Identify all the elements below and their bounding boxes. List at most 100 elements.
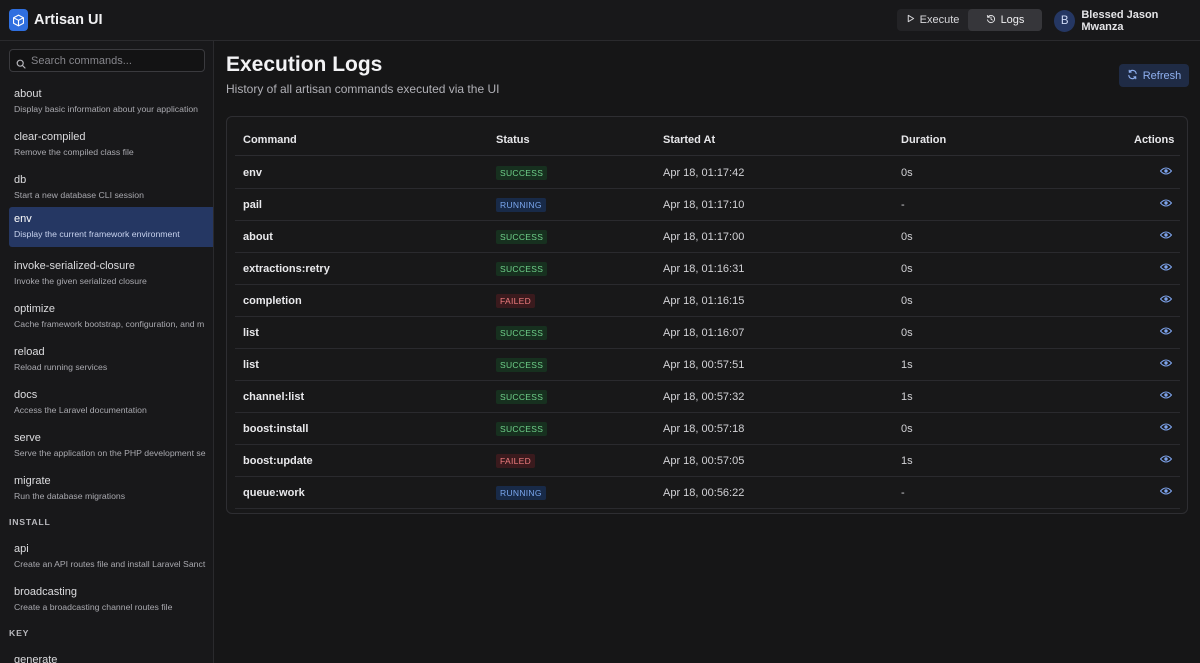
status-badge: SUCCESS bbox=[496, 390, 548, 404]
command-description: Reload running services bbox=[14, 362, 108, 372]
started-at-cell: Apr 18, 01:17:42 bbox=[663, 167, 745, 179]
top-bar: Artisan UI Execute Logs B Blessed Jason … bbox=[0, 0, 1200, 41]
command-description: Remove the compiled class file bbox=[14, 147, 134, 157]
eye-icon[interactable] bbox=[1159, 230, 1173, 240]
section-label-install: INSTALL bbox=[9, 517, 51, 527]
table-row: boost:install SUCCESS Apr 18, 00:57:18 0… bbox=[235, 413, 1180, 445]
sidebar-item-clear-compiled[interactable]: clear-compiled Remove the compiled class… bbox=[9, 125, 213, 165]
started-at-cell: Apr 18, 01:16:31 bbox=[663, 263, 745, 275]
view-switcher: Execute Logs bbox=[897, 9, 1042, 31]
command-name: serve bbox=[14, 432, 41, 444]
command-name: api bbox=[14, 543, 29, 555]
status-badge: SUCCESS bbox=[496, 262, 548, 276]
status-badge: SUCCESS bbox=[496, 422, 548, 436]
table-row: completion FAILED Apr 18, 01:16:15 0s bbox=[235, 285, 1180, 317]
command-name: clear-compiled bbox=[14, 131, 86, 143]
started-at-cell: Apr 18, 01:16:15 bbox=[663, 295, 745, 307]
sidebar-item-about[interactable]: about Display basic information about yo… bbox=[9, 82, 213, 122]
table-row: queue:work RUNNING Apr 18, 00:56:22 - bbox=[235, 477, 1180, 509]
command-name: about bbox=[14, 88, 42, 100]
command-name: optimize bbox=[14, 303, 55, 315]
column-header-actions: Actions bbox=[1134, 134, 1175, 146]
user-menu[interactable]: B Blessed Jason Mwanza bbox=[1054, 9, 1200, 33]
started-at-cell: Apr 18, 01:17:10 bbox=[663, 199, 745, 211]
command-cell: completion bbox=[243, 295, 302, 307]
eye-icon[interactable] bbox=[1159, 294, 1173, 304]
table-row: env SUCCESS Apr 18, 01:17:42 0s bbox=[235, 157, 1180, 189]
column-header-status: Status bbox=[496, 134, 530, 146]
sidebar-item-api[interactable]: api Create an API routes file and instal… bbox=[9, 537, 213, 577]
command-description: Run the database migrations bbox=[14, 491, 126, 501]
eye-icon[interactable] bbox=[1159, 326, 1173, 336]
eye-icon[interactable] bbox=[1159, 358, 1173, 368]
sidebar-item-broadcasting[interactable]: broadcasting Create a broadcasting chann… bbox=[9, 580, 213, 620]
command-cell: queue:work bbox=[243, 487, 305, 499]
command-description: Access the Laravel documentation bbox=[14, 405, 147, 415]
logs-table: Command Status Started At Duration Actio… bbox=[226, 116, 1188, 514]
sidebar-item-docs[interactable]: docs Access the Laravel documentation bbox=[9, 383, 213, 423]
command-name: broadcasting bbox=[14, 586, 77, 598]
status-badge: SUCCESS bbox=[496, 230, 548, 244]
sidebar-item-reload[interactable]: reload Reload running services bbox=[9, 340, 213, 380]
duration-cell: 0s bbox=[901, 231, 913, 243]
status-badge: FAILED bbox=[496, 454, 536, 468]
command-description: Display basic information about your app… bbox=[14, 104, 198, 114]
command-description: Start a new database CLI session bbox=[14, 190, 144, 200]
refresh-label: Refresh bbox=[1142, 69, 1182, 82]
table-row: extractions:retry SUCCESS Apr 18, 01:16:… bbox=[235, 253, 1180, 285]
section-label-key: KEY bbox=[9, 628, 30, 638]
duration-cell: 0s bbox=[901, 263, 913, 275]
duration-cell: 1s bbox=[901, 455, 913, 467]
command-name: reload bbox=[14, 346, 45, 358]
command-name: db bbox=[14, 174, 27, 186]
eye-icon[interactable] bbox=[1159, 422, 1173, 432]
command-description: Serve the application on the PHP develop… bbox=[14, 448, 206, 458]
sidebar-item-env[interactable]: env Display the current framework enviro… bbox=[9, 207, 213, 247]
eye-icon[interactable] bbox=[1159, 454, 1173, 464]
command-description: Cache framework bootstrap, configuration… bbox=[14, 319, 205, 329]
history-icon bbox=[986, 14, 996, 27]
execute-label: Execute bbox=[919, 14, 960, 26]
artisan-ui-app: Artisan UI Execute Logs B Blessed Jason … bbox=[0, 0, 1200, 663]
search-input[interactable] bbox=[31, 54, 204, 67]
command-name: generate bbox=[14, 654, 58, 663]
status-badge: SUCCESS bbox=[496, 326, 548, 340]
logs-button[interactable]: Logs bbox=[968, 9, 1042, 31]
brand[interactable]: Artisan UI bbox=[9, 9, 103, 31]
table-header: Command Status Started At Duration Actio… bbox=[235, 125, 1180, 156]
execute-button[interactable]: Execute bbox=[897, 9, 968, 31]
duration-cell: 1s bbox=[901, 391, 913, 403]
sidebar: about Display basic information about yo… bbox=[0, 41, 214, 663]
command-name: env bbox=[14, 213, 32, 225]
eye-icon[interactable] bbox=[1159, 198, 1173, 208]
play-icon bbox=[906, 14, 915, 26]
eye-icon[interactable] bbox=[1159, 262, 1173, 272]
command-description: Create an API routes file and install La… bbox=[14, 559, 206, 569]
eye-icon[interactable] bbox=[1159, 390, 1173, 400]
command-cell: extractions:retry bbox=[243, 263, 330, 275]
table-row: about SUCCESS Apr 18, 01:17:00 0s bbox=[235, 221, 1180, 253]
sidebar-item-optimize[interactable]: optimize Cache framework bootstrap, conf… bbox=[9, 297, 213, 337]
duration-cell: 0s bbox=[901, 423, 913, 435]
duration-cell: - bbox=[901, 199, 905, 211]
sidebar-item-invoke-serialized-closure[interactable]: invoke-serialized-closure Invoke the giv… bbox=[9, 254, 213, 294]
sidebar-item-serve[interactable]: serve Serve the application on the PHP d… bbox=[9, 426, 213, 466]
logs-label: Logs bbox=[1000, 14, 1025, 26]
search-box bbox=[9, 49, 205, 72]
sidebar-item-generate[interactable]: generate bbox=[9, 648, 213, 663]
search-icon bbox=[16, 56, 26, 69]
table-row: boost:update FAILED Apr 18, 00:57:05 1s bbox=[235, 445, 1180, 477]
column-header-command: Command bbox=[243, 134, 297, 146]
eye-icon[interactable] bbox=[1159, 486, 1173, 496]
refresh-icon bbox=[1127, 69, 1138, 83]
avatar: B bbox=[1054, 10, 1076, 32]
sidebar-item-db[interactable]: db Start a new database CLI session bbox=[9, 168, 213, 208]
started-at-cell: Apr 18, 00:57:18 bbox=[663, 423, 745, 435]
cube-icon bbox=[9, 9, 28, 31]
eye-icon[interactable] bbox=[1159, 166, 1173, 176]
table-row: list SUCCESS Apr 18, 00:57:51 1s bbox=[235, 349, 1180, 381]
refresh-button[interactable]: Refresh bbox=[1119, 64, 1189, 87]
table-row: list SUCCESS Apr 18, 01:16:07 0s bbox=[235, 317, 1180, 349]
sidebar-item-migrate[interactable]: migrate Run the database migrations bbox=[9, 469, 213, 509]
command-description: Invoke the given serialized closure bbox=[14, 276, 147, 286]
